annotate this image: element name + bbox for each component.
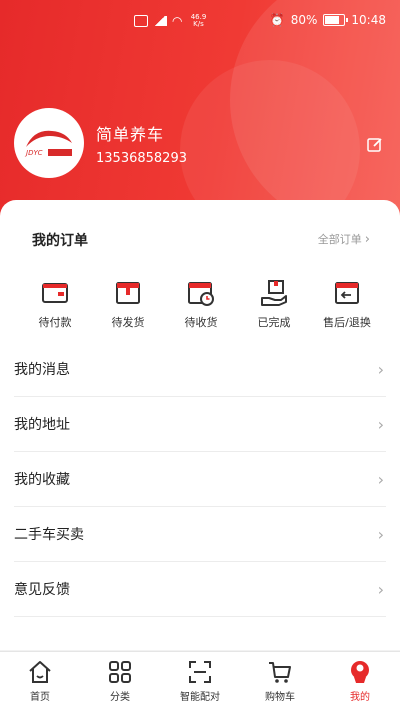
wallet-icon [42, 283, 68, 303]
order-completed[interactable]: 已完成 [239, 278, 309, 330]
menu-item-label: 二手车买卖 [14, 527, 84, 543]
order-item-label: 售后/退换 [323, 316, 371, 329]
order-item-label: 待付款 [38, 316, 72, 329]
menu-item-feedback[interactable]: 意见反馈 › [14, 562, 386, 617]
orders-title: 我的订单 [32, 233, 88, 249]
nav-smart-match[interactable]: 智能配对 [160, 652, 240, 711]
content-card: 我的订单 全部订单 › 待付款 待发货 待收货 已完成 售后/退换 我的消息 ›… [0, 200, 400, 650]
wifi-icon: ◠ [172, 14, 183, 28]
nav-category[interactable]: 分类 [80, 652, 160, 711]
menu-item-label: 意见反馈 [14, 582, 70, 598]
order-item-label: 已完成 [257, 316, 291, 329]
order-pending-shipment[interactable]: 待发货 [93, 278, 163, 330]
status-bar: ◠ 46.9 K/s ⏰ 80% 10:48 [0, 0, 400, 40]
order-pending-payment[interactable]: 待付款 [20, 278, 90, 330]
all-orders-link[interactable]: 全部订单 › [318, 231, 370, 247]
order-status-row: 待付款 待发货 待收货 已完成 售后/退换 [20, 278, 382, 330]
nav-label: 购物车 [265, 692, 295, 703]
avatar[interactable]: JDYC [14, 108, 84, 178]
chevron-right-icon: › [377, 469, 384, 489]
signal-icon [153, 16, 167, 26]
battery-icon [323, 14, 349, 26]
menu-list: 我的消息 › 我的地址 › 我的收藏 › 二手车买卖 › 意见反馈 › [14, 342, 386, 617]
chevron-right-icon: › [364, 231, 370, 247]
network-speed: 46.9 K/s [190, 13, 207, 28]
menu-item-address[interactable]: 我的地址 › [14, 397, 386, 452]
return-box-icon [335, 282, 359, 304]
order-after-sales[interactable]: 售后/退换 [312, 278, 382, 330]
chevron-right-icon: › [377, 524, 384, 544]
nav-mine[interactable]: 我的 [320, 652, 400, 711]
edit-icon[interactable] [366, 136, 384, 154]
calendar-clock-icon [188, 282, 214, 306]
alarm-icon: ⏰ [269, 13, 285, 27]
chevron-right-icon: › [377, 579, 384, 599]
grid-icon [109, 661, 131, 683]
user-name: 简单养车 [96, 124, 165, 144]
svg-text:JDYC: JDYC [24, 149, 43, 157]
chevron-right-icon: › [377, 414, 384, 434]
menu-item-label: 我的地址 [14, 417, 70, 433]
nav-home[interactable]: 首页 [0, 652, 80, 711]
menu-item-used-cars[interactable]: 二手车买卖 › [14, 507, 386, 562]
package-icon [116, 282, 140, 304]
battery-percent: 80% [290, 13, 318, 27]
nav-cart[interactable]: 购物车 [240, 652, 320, 711]
order-pending-receipt[interactable]: 待收货 [166, 278, 236, 330]
brand-logo-icon: JDYC [24, 130, 72, 157]
bottom-nav: 首页 分类 智能配对 购物车 我的 [0, 651, 400, 711]
menu-item-favorites[interactable]: 我的收藏 › [14, 452, 386, 507]
user-icon [351, 661, 369, 683]
user-phone: 13536858293 [96, 150, 187, 166]
notification-icon [134, 15, 148, 27]
menu-item-messages[interactable]: 我的消息 › [14, 342, 386, 397]
order-item-label: 待发货 [111, 316, 145, 329]
cart-icon [269, 662, 291, 683]
nav-label: 分类 [110, 692, 130, 703]
menu-item-label: 我的收藏 [14, 472, 70, 488]
clock-time: 10:48 [351, 13, 386, 27]
order-item-label: 待收货 [184, 316, 218, 329]
menu-item-label: 我的消息 [14, 362, 70, 378]
nav-label: 智能配对 [180, 692, 220, 703]
profile-info[interactable]: JDYC 简单养车 13536858293 [14, 108, 187, 178]
chevron-right-icon: › [377, 359, 384, 379]
home-icon [29, 661, 51, 683]
hand-box-icon [261, 280, 287, 306]
nav-label: 首页 [30, 692, 50, 703]
nav-label: 我的 [350, 692, 370, 703]
all-orders-label: 全部订单 [317, 233, 362, 246]
scan-icon [189, 661, 211, 683]
